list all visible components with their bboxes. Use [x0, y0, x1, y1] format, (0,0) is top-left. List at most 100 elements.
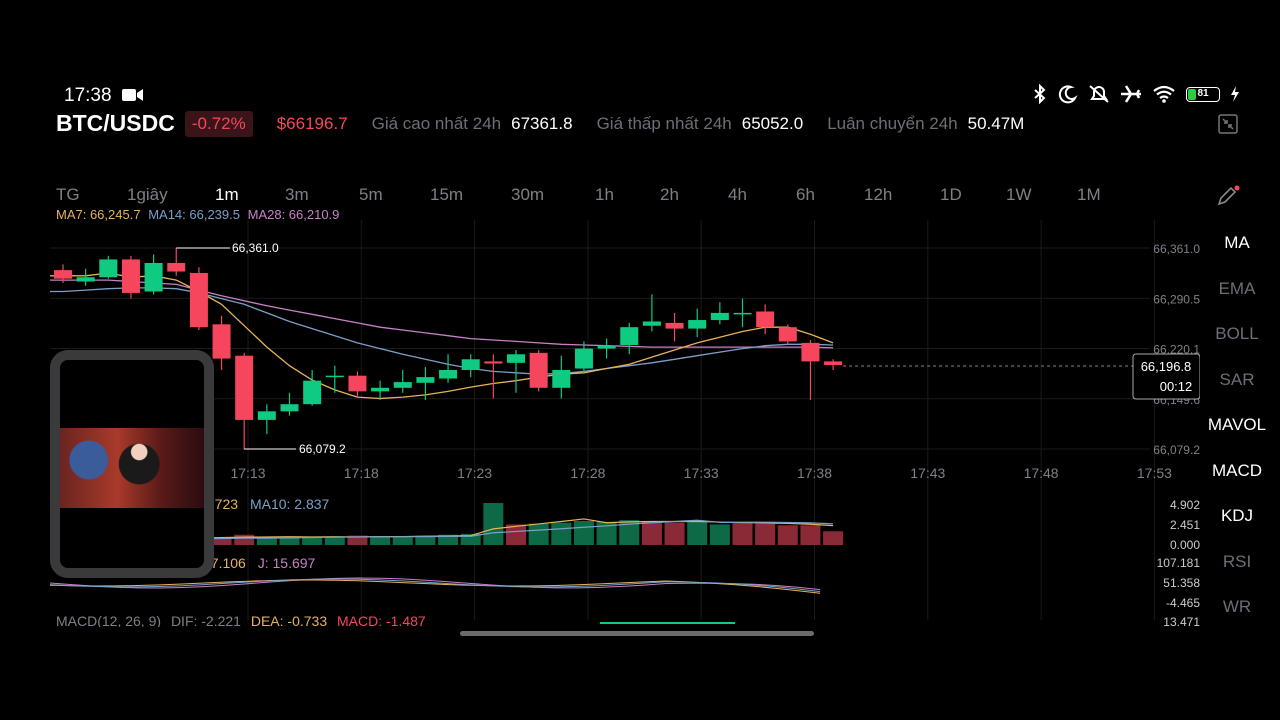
macd-dif-legend: DIF: -2.221: [170, 613, 241, 627]
volume-bar: [641, 521, 662, 545]
candle-body: [189, 272, 208, 328]
volume-bar: [823, 531, 844, 545]
volume-bar: [551, 522, 572, 545]
candle-body: [371, 387, 390, 392]
volume-bar: [755, 523, 776, 545]
low-marker-label: 66,079.2: [299, 442, 346, 456]
volume-bar: [483, 503, 504, 545]
volume-ma10-legend: MA10: 2.837: [249, 496, 330, 512]
volume-bar: [573, 521, 594, 545]
collapse-fullscreen-icon[interactable]: [1218, 114, 1238, 139]
volume-bar: [664, 522, 685, 545]
kdj-legend: 57.106 J: 15.697: [203, 555, 315, 571]
volume-bar: [732, 522, 753, 545]
pip-video-thumbnail[interactable]: [60, 428, 204, 508]
volume-bar: [709, 524, 730, 545]
candle-body: [688, 320, 707, 329]
volume-bar: [256, 538, 277, 545]
indicator-boll[interactable]: BOLL: [1194, 324, 1280, 344]
kdj-j-legend: J: 15.697: [257, 555, 316, 571]
candle-body: [801, 342, 820, 362]
kdj-tick-label: 107.181: [1157, 556, 1200, 570]
candle-body: [642, 321, 661, 326]
time-tick-label: 17:23: [457, 465, 492, 481]
volume-legend: 2.723 MA10: 2.837: [203, 496, 329, 512]
price-tick-label: 66,079.2: [1153, 443, 1200, 457]
candle-body: [665, 322, 684, 329]
indicator-ema[interactable]: EMA: [1194, 279, 1280, 299]
candle-body: [416, 377, 435, 383]
candle-body: [484, 361, 503, 364]
candle-body: [756, 311, 775, 328]
volume-bar: [777, 525, 798, 545]
time-tick-label: 17:43: [910, 465, 945, 481]
candle-body: [303, 380, 322, 405]
charging-icon: [1230, 86, 1240, 102]
macd-params-legend: MACD(12, 26, 9): [56, 613, 162, 627]
candle-body: [439, 369, 458, 379]
pip-video-window[interactable]: [50, 350, 214, 578]
candle-body: [235, 355, 254, 420]
high-marker-label: 66,361.0: [232, 241, 279, 255]
kdj-tick-label: -4.465: [1166, 596, 1200, 610]
candle-body: [620, 327, 639, 346]
candle-body: [824, 361, 843, 365]
last-price-value: 66,196.8: [1141, 359, 1192, 374]
time-tick-label: 17:13: [230, 465, 265, 481]
macd-legend: MACD(12, 26, 9) DIF: -2.221 DEA: -0.733 …: [56, 613, 426, 627]
candle-body: [552, 369, 571, 388]
candle-body: [348, 375, 367, 392]
indicator-macd[interactable]: MACD: [1194, 461, 1280, 481]
candle-body: [574, 348, 593, 369]
candle-body: [144, 262, 163, 292]
indicator-ma[interactable]: MA: [1194, 233, 1280, 253]
time-tick-label: 17:33: [684, 465, 719, 481]
candle-body: [54, 270, 72, 279]
volume-bar: [234, 534, 255, 545]
candle-body: [167, 262, 186, 272]
volume-tick-label: 0.000: [1170, 538, 1200, 552]
indicator-sar[interactable]: SAR: [1194, 370, 1280, 390]
last-price-countdown: 00:12: [1160, 379, 1193, 394]
candle-body: [507, 354, 525, 363]
candle-body: [529, 352, 548, 388]
draw-tool-icon[interactable]: [1216, 185, 1240, 212]
indicator-mavol[interactable]: MAVOL: [1194, 415, 1280, 435]
price-tick-label: 66,361.0: [1153, 242, 1200, 256]
candle-body: [99, 259, 118, 278]
indicator-wr[interactable]: WR: [1194, 597, 1280, 617]
candle-body: [733, 312, 752, 315]
volume-bar: [370, 536, 391, 545]
candle-body: [121, 259, 140, 293]
candle-body: [461, 359, 480, 370]
candle-body: [393, 382, 412, 388]
volume-bar: [302, 537, 323, 545]
volume-bar: [392, 537, 413, 545]
macd-tick-label: 13.471: [1163, 615, 1200, 629]
candle-body: [76, 277, 95, 282]
time-tick-label: 17:53: [1137, 465, 1172, 481]
volume-tick-label: 4.902: [1170, 498, 1200, 512]
candle-body: [710, 312, 729, 321]
time-tick-label: 17:48: [1024, 465, 1059, 481]
candle-body: [778, 327, 797, 342]
candle-body: [212, 324, 231, 359]
home-indicator[interactable]: [460, 631, 814, 636]
kdj-tick-label: 51.358: [1163, 576, 1200, 590]
candle-body: [325, 375, 344, 378]
volume-tick-label: 2.451: [1170, 518, 1200, 532]
time-tick-label: 17:38: [797, 465, 832, 481]
candle-body: [597, 345, 616, 349]
time-tick-label: 17:18: [344, 465, 379, 481]
candle-body: [280, 404, 299, 412]
volume-bar: [800, 525, 821, 545]
macd-dea-legend: DEA: -0.733: [250, 613, 328, 627]
indicator-rsi[interactable]: RSI: [1194, 552, 1280, 572]
price-tick-label: 66,290.5: [1153, 292, 1200, 306]
candle-body: [257, 411, 276, 420]
indicator-kdj[interactable]: KDJ: [1194, 506, 1280, 526]
time-tick-label: 17:28: [570, 465, 605, 481]
volume-bar: [528, 523, 549, 545]
macd-value-legend: MACD: -1.487: [337, 613, 426, 627]
volume-bar: [687, 521, 708, 545]
